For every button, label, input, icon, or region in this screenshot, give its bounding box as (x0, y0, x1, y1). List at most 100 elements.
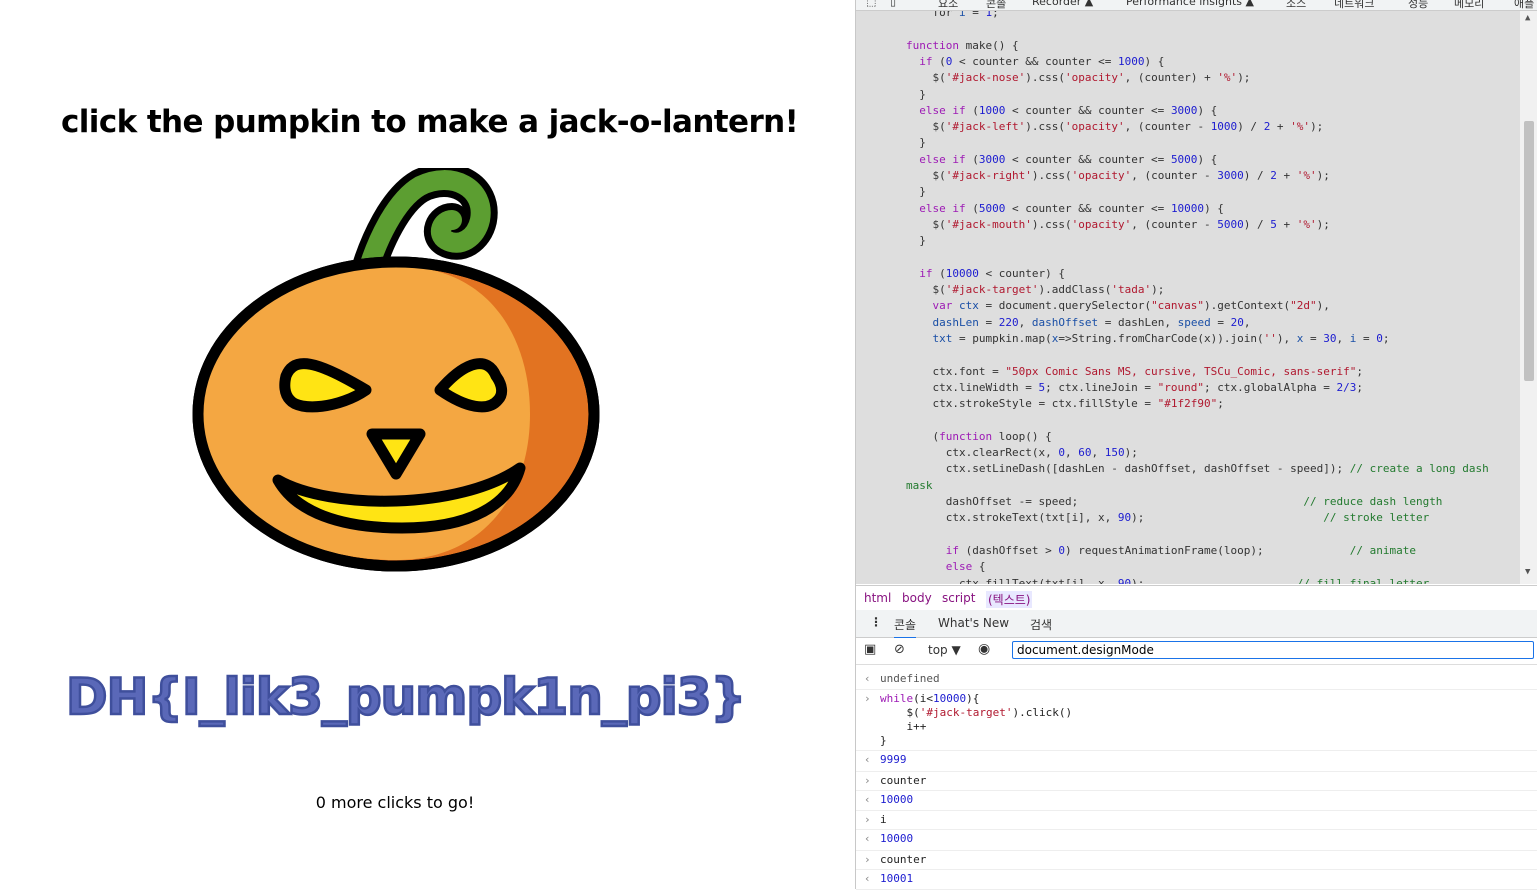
breadcrumb-text[interactable]: (텍스트) (986, 591, 1033, 608)
code-token: 5000 (978, 201, 1006, 215)
clear-console-icon[interactable]: ⊘ (894, 642, 905, 657)
code-token: 90 (1117, 511, 1132, 525)
eye-icon[interactable]: ◉ (978, 641, 990, 657)
source-line: (function loop() { (906, 429, 1051, 445)
drawer-tab-search[interactable]: 검색 (1030, 616, 1052, 633)
sidebar-toggle-icon[interactable]: ▣ (864, 642, 876, 657)
drawer-tab-console[interactable]: 콘솔 (894, 616, 917, 639)
code-token: else if (919, 103, 966, 117)
code-token: (i< (913, 692, 933, 705)
source-line: } (906, 233, 926, 249)
source-line: ctx.setLineDash([dashLen - dashOffset, d… (906, 461, 1489, 477)
code-token: ctx.strokeStyle = ctx.fillStyle = (906, 397, 1158, 411)
tab-recorder[interactable]: Recorder ▲ (1032, 0, 1093, 8)
source-line: if (0 < counter && counter <= 1000) { (906, 54, 1164, 70)
code-token: ctx.font = (906, 364, 1006, 378)
code-token: 5000 (1217, 217, 1244, 231)
code-token: ); (1310, 120, 1324, 134)
code-token: 0 (1376, 332, 1383, 345)
tab-memory[interactable]: 메모리 (1454, 0, 1484, 10)
result-chevron-icon: ‹ (864, 672, 871, 685)
breadcrumb-html[interactable]: html (864, 591, 891, 605)
code-token: 'tada' (1111, 283, 1152, 297)
console-text: counter (880, 853, 927, 866)
code-token: = (1356, 332, 1377, 345)
tab-console[interactable]: 콘솔 (986, 0, 1006, 10)
code-token: ) / (1243, 169, 1271, 182)
code-token: 'opacity' (1071, 217, 1132, 231)
code-token: ); (1124, 446, 1138, 460)
code-token: ctx (959, 299, 979, 313)
code-token: '#jack-target' (919, 706, 1013, 719)
more-options-icon[interactable]: ⋮ (870, 615, 882, 629)
tab-performance[interactable]: 성능 (1408, 0, 1428, 10)
code-token: 30 (1323, 332, 1337, 345)
code-token: ); (1151, 283, 1165, 297)
code-token: < counter) { (978, 266, 1065, 280)
source-line: else if (1000 < counter && counter <= 30… (906, 103, 1217, 119)
tab-sources[interactable]: 소스 (1286, 0, 1306, 10)
tab-performance-insights[interactable]: Performance insights ▲ (1126, 0, 1254, 8)
source-line: if (10000 < counter) { (906, 266, 1065, 282)
code-token: else if (919, 152, 966, 166)
code-token: '%' (1296, 169, 1317, 182)
code-token: , (1091, 446, 1105, 460)
breadcrumb-body[interactable]: body (902, 591, 932, 605)
console-text: 10000 (880, 832, 914, 845)
tab-network[interactable]: 네트워크 (1334, 0, 1374, 10)
scroll-down-arrow-icon[interactable]: ▼ (1525, 567, 1530, 577)
code-token: '#jack-target' (945, 283, 1039, 297)
console-text: undefined (880, 672, 940, 685)
inspect-icon[interactable]: ⬚ (866, 0, 876, 8)
code-token: ; (1356, 380, 1363, 394)
code-token: + (1270, 120, 1291, 134)
result-chevron-icon: ‹ (864, 753, 871, 766)
code-token: 0 (1058, 446, 1065, 460)
console-text: 9999 (880, 753, 907, 766)
source-line: ctx.fillText(txt[i], x, 90); // fill fin… (906, 576, 1429, 585)
source-line: else if (3000 < counter && counter <= 50… (906, 152, 1217, 168)
tab-application[interactable]: 애플 (1514, 0, 1534, 10)
code-token: ( (965, 152, 979, 166)
code-token: ).css( (1031, 217, 1072, 231)
source-scrollbar[interactable]: ▲ ▼ (1520, 11, 1537, 584)
code-token: i (958, 11, 966, 19)
console-filter-input[interactable] (1012, 641, 1534, 659)
console-code-line: } (880, 734, 887, 748)
code-token: dashOffset -= speed; (906, 495, 1304, 508)
code-token: 10000 (933, 692, 967, 705)
scroll-up-arrow-icon[interactable]: ▲ (1525, 13, 1530, 23)
console-toolbar: ▣ ⊘ top ▼ ◉ (856, 638, 1537, 665)
code-token: "50px Comic Sans MS, cursive, TSCu_Comic… (1005, 364, 1357, 378)
code-token: < counter && counter <= (952, 54, 1118, 68)
code-token: = (978, 315, 999, 329)
console-input-row: › i (856, 811, 1537, 830)
input-chevron-icon: › (864, 692, 871, 705)
console-input-row: › counter (856, 772, 1537, 791)
code-token: i++ (880, 720, 927, 733)
code-token: $( (906, 169, 946, 182)
drawer-tab-whats-new[interactable]: What's New (938, 616, 1009, 630)
code-token: 90 (1117, 576, 1132, 585)
console-result-row: ‹ 10000 (856, 791, 1537, 811)
code-token: ) / (1243, 217, 1271, 231)
jack-target-pumpkin[interactable] (190, 168, 602, 578)
code-token: 'opacity' (1064, 71, 1125, 85)
breadcrumb-script[interactable]: script (942, 591, 975, 605)
code-token: 1000 (1117, 54, 1145, 68)
source-code-view[interactable]: for i = 1; function make() { if (0 < coun… (856, 11, 1520, 584)
context-selector[interactable]: top ▼ (928, 643, 961, 657)
code-token: make() { (958, 38, 1019, 52)
scrollbar-thumb[interactable] (1524, 121, 1534, 381)
source-line: if (dashOffset > 0) requestAnimationFram… (906, 543, 1416, 559)
code-token: , (counter - (1131, 169, 1218, 182)
code-token: ; (1382, 332, 1390, 345)
code-token: } (906, 136, 926, 150)
tab-elements[interactable]: 요소 (938, 0, 958, 10)
device-toolbar-icon[interactable]: ▯ (890, 0, 896, 8)
source-line: } (906, 87, 926, 103)
input-chevron-icon: › (864, 813, 871, 826)
